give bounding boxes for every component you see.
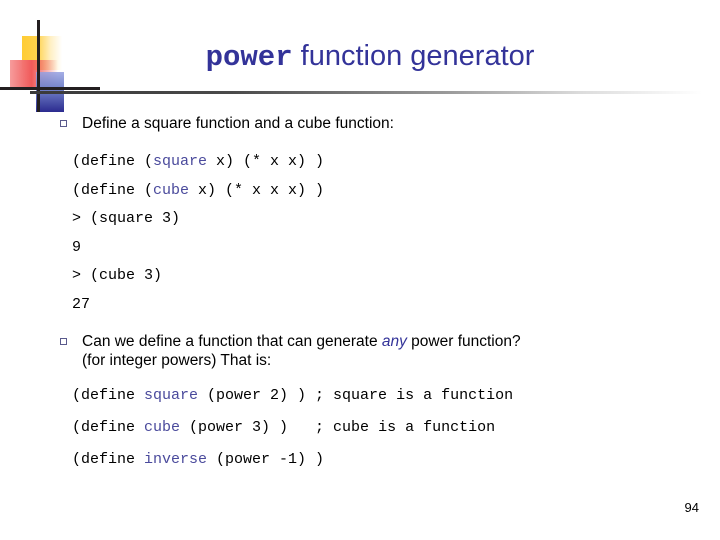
bullet-row: Can we define a function that can genera… <box>58 332 698 370</box>
code-keyword-square: square <box>153 153 208 170</box>
code-block-2: (define square (power 2) ) ; square is a… <box>72 380 712 476</box>
bullet-2-text-part-a: Can we define a function that can genera… <box>82 333 382 350</box>
bullet-2-text: Can we define a function that can genera… <box>82 333 521 369</box>
hollow-square-bullet-icon <box>60 338 67 345</box>
bullet-2-emphasis-any: any <box>381 333 407 350</box>
logo-horizontal-line <box>0 87 100 90</box>
hollow-square-bullet-icon <box>60 120 67 127</box>
bullet-2-text-part-b: power function? <box>406 333 521 350</box>
code-keyword-square: square <box>144 387 199 404</box>
code-text: (define ( <box>72 153 154 170</box>
page-title-sans-part: function generator <box>292 40 535 72</box>
code-line: (define (cube x) (* x x x) ) <box>72 177 712 206</box>
code-keyword-cube: cube <box>144 419 181 436</box>
page-number: 94 <box>684 500 699 515</box>
logo-vertical-line <box>37 20 40 112</box>
code-keyword-cube: cube <box>153 181 190 199</box>
code-keyword-inverse: inverse <box>144 451 208 468</box>
code-line: (define square (power 2) ) ; square is a… <box>72 380 712 412</box>
code-text: (define <box>72 419 145 436</box>
bullet-1-text: Define a square function and a cube func… <box>82 115 394 132</box>
code-line-repl-output: 9 <box>72 238 82 256</box>
bullet-section-1: Define a square function and a cube func… <box>58 114 698 133</box>
bullet-2-text-line2: (for integer powers) That is: <box>82 352 272 369</box>
code-line: (define cube (power 3) ) ; cube is a fun… <box>72 412 712 444</box>
code-text: x) (* x x) ) <box>207 153 325 170</box>
page-title: power function generator <box>60 40 680 74</box>
code-text: (power 2) ) ; square is a function <box>198 387 514 404</box>
code-text: (define ( <box>72 181 154 199</box>
page-title-mono-part: power <box>205 41 293 74</box>
code-text: (power 3) ) ; cube is a function <box>180 419 496 436</box>
code-text: (define <box>72 387 145 404</box>
code-text: (define <box>72 451 145 468</box>
code-line-repl-output: 27 <box>72 295 91 313</box>
code-line: (define (square x) (* x x) ) <box>72 148 712 177</box>
code-line-repl-prompt: > (square 3) <box>72 210 181 227</box>
code-block-1: (define (square x) (* x x) ) (define (cub… <box>72 148 712 319</box>
code-text: (power -1) ) <box>207 451 325 468</box>
title-divider <box>30 91 702 94</box>
code-line-repl-prompt: > (cube 3) <box>72 267 163 284</box>
code-text: x) (* x x x) ) <box>189 181 325 199</box>
bullet-row: Define a square function and a cube func… <box>58 114 698 133</box>
bullet-section-2: Can we define a function that can genera… <box>58 332 698 370</box>
code-line: (define inverse (power -1) ) <box>72 444 712 476</box>
